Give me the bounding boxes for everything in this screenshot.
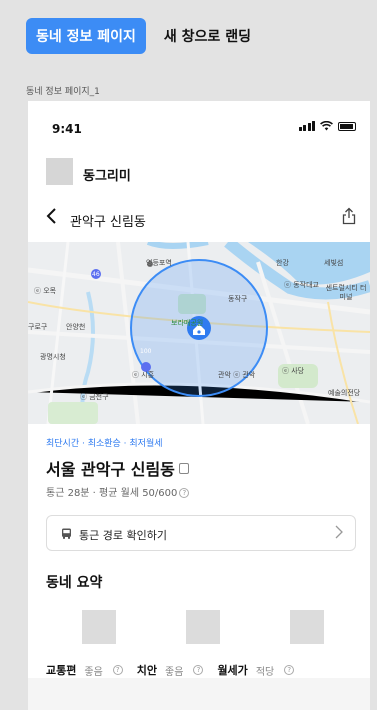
metric-name-safety: 치안 bbox=[136, 664, 158, 677]
commute-route-label: 통근 경로 확인하기 bbox=[79, 529, 167, 542]
map-label-sadang: ⓔ 사당 bbox=[282, 367, 305, 375]
rent-image bbox=[290, 610, 324, 644]
wifi-icon bbox=[320, 121, 333, 131]
map-label-guro: 구로구 bbox=[28, 323, 48, 331]
metric-value-rent: 적당 bbox=[255, 666, 275, 678]
tab-neighborhood-info[interactable]: 동네 정보 페이지 bbox=[26, 18, 146, 54]
frame-label: 동네 정보 페이지_1 bbox=[26, 87, 100, 97]
app-logo bbox=[46, 158, 73, 185]
help-icon[interactable]: ? bbox=[284, 665, 295, 675]
map-label-centralcity: 센트럴시티 터미널 bbox=[325, 284, 367, 301]
map-label-boramae: 보라매공원 bbox=[171, 319, 204, 327]
map-label-hangang: 한강 bbox=[276, 259, 289, 267]
commute-info: 통근 28분 · 평균 월세 50/600 bbox=[46, 488, 178, 499]
status-bar: 9:41 bbox=[28, 101, 370, 147]
help-icon[interactable]: ? bbox=[112, 665, 123, 675]
map-label-gwanak: 관악 ⓔ 관악 bbox=[218, 371, 256, 379]
place-name: 서울 관악구 신림동 bbox=[46, 460, 175, 479]
metric-value-transport: 좋음 bbox=[84, 666, 103, 678]
transport-image bbox=[82, 610, 116, 644]
phone-frame: 9:41 동그리미 관악구 신림동 영등포역 한강 세빛섬 46 ⓔ 오목 ⓔ … bbox=[28, 101, 370, 710]
chevron-right-icon bbox=[335, 525, 343, 543]
metric-name-transport: 교통편 bbox=[46, 664, 77, 677]
map-label-sihyeong: ⓔ 시흥 bbox=[132, 371, 155, 379]
bottom-strip bbox=[28, 678, 370, 710]
place-name-row: 서울 관악구 신림동 bbox=[46, 456, 189, 480]
safety-image bbox=[186, 610, 220, 644]
map-label-road46: 46 bbox=[92, 271, 100, 278]
map-label-yeongdeungpo: 영등포역 bbox=[146, 259, 172, 267]
map-label-dongjakdaegyo: ⓔ 동작대교 bbox=[284, 281, 319, 289]
app-bar: 동그리미 bbox=[28, 151, 370, 191]
section-title: 동네 요약 bbox=[46, 575, 103, 591]
map-view[interactable]: 영등포역 한강 세빛섬 46 ⓔ 오목 ⓔ 동작대교 센트럴시티 터미널 구로구… bbox=[28, 242, 370, 424]
map-label-road100: 100 bbox=[140, 348, 152, 355]
signal-icon bbox=[298, 121, 315, 131]
status-time: 9:41 bbox=[52, 122, 82, 136]
app-name: 동그리미 bbox=[83, 169, 131, 184]
copy-icon[interactable] bbox=[178, 463, 189, 474]
map-label-arts: 예술의전당 bbox=[328, 389, 361, 397]
commute-info-row: 통근 28분 · 평균 월세 50/600? bbox=[46, 484, 190, 499]
bus-icon bbox=[62, 528, 71, 539]
recommend-tags: 최단시간 · 최소환승 · 최저월세 bbox=[46, 439, 163, 449]
help-icon[interactable]: ? bbox=[193, 665, 204, 675]
metric-value-safety: 좋음 bbox=[165, 666, 184, 678]
summary-metrics: 교통편 좋음? 치안 좋음? 월세가 적당? bbox=[46, 662, 295, 678]
map-label-sebit: 세빛섬 bbox=[324, 259, 344, 267]
top-tabs: 동네 정보 페이지 새 창으로 랜딩 bbox=[26, 18, 257, 54]
map-label-geumcheon: ⓔ 금천구 bbox=[80, 393, 109, 401]
status-icons bbox=[298, 121, 356, 131]
nav-bar: 관악구 신림동 bbox=[28, 197, 370, 241]
commute-route-button[interactable]: 통근 경로 확인하기 bbox=[46, 515, 356, 551]
page-title: 관악구 신림동 bbox=[70, 215, 146, 230]
tab-new-window-landing[interactable]: 새 창으로 랜딩 bbox=[158, 18, 257, 54]
map-label-odong: ⓔ 오목 bbox=[34, 287, 57, 295]
map-label-dongjak: 동작구 bbox=[228, 295, 248, 303]
map-label-gwangmyeong: 광명시청 bbox=[40, 353, 66, 361]
metric-name-rent: 월세가 bbox=[217, 664, 248, 677]
battery-icon bbox=[338, 121, 356, 131]
map-label-yangcheon: 안양천 bbox=[66, 323, 86, 331]
chevron-left-icon[interactable] bbox=[46, 207, 58, 230]
help-icon[interactable]: ? bbox=[179, 488, 190, 498]
share-icon[interactable] bbox=[342, 207, 356, 229]
